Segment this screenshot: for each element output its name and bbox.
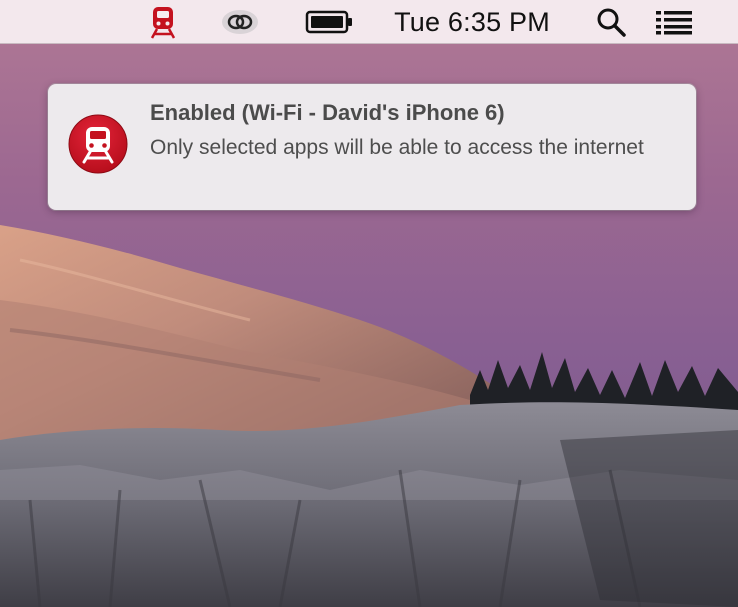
train-icon[interactable] bbox=[142, 0, 184, 44]
desktop: Tue 6:35 PM Enabled (Wi-Fi - David's iPh… bbox=[0, 0, 738, 607]
notification-message: Only selected apps will be able to acces… bbox=[150, 136, 644, 159]
notification-title: Enabled (Wi-Fi - David's iPhone 6) bbox=[150, 100, 505, 125]
notification-banner[interactable]: Enabled (Wi-Fi - David's iPhone 6) Only … bbox=[48, 84, 696, 210]
battery-icon[interactable] bbox=[300, 0, 360, 44]
link-rings-icon[interactable] bbox=[216, 0, 264, 44]
menu-bar: Tue 6:35 PM bbox=[0, 0, 738, 44]
train-icon bbox=[68, 114, 128, 174]
notification-center-icon[interactable] bbox=[650, 0, 698, 44]
spotlight-search-icon[interactable] bbox=[588, 0, 634, 44]
menu-clock[interactable]: Tue 6:35 PM bbox=[384, 0, 560, 44]
